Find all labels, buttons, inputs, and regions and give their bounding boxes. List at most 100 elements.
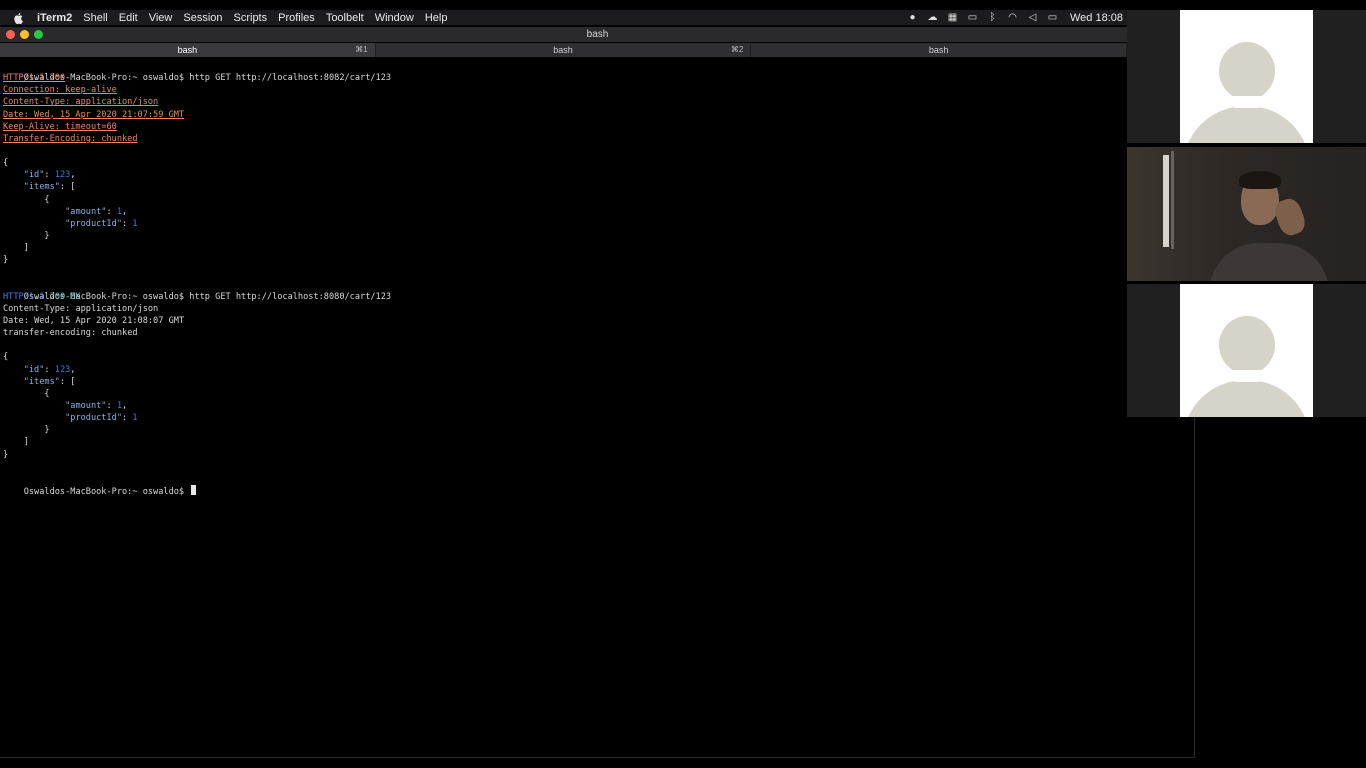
tab-bash-2[interactable]: bash ⌘2 <box>376 43 752 57</box>
response-header: Transfer-Encoding: chunked <box>3 133 138 144</box>
json-brace: } <box>3 255 9 266</box>
video-tile-participant-2[interactable] <box>1127 147 1366 281</box>
response-header: Keep-Alive: timeout=60 <box>3 121 117 132</box>
avatar-head-icon <box>1219 42 1275 100</box>
window-titlebar: bash <box>0 27 1195 42</box>
menu-window[interactable]: Window <box>375 12 414 24</box>
window-border <box>1194 417 1195 758</box>
json-key: "productId" <box>65 413 123 424</box>
json-brace: } <box>3 449 9 460</box>
command-line: Oswaldos-MacBook-Pro:~ oswaldo$ http GET… <box>3 60 1123 83</box>
tab-bash-3[interactable]: bash <box>751 43 1128 57</box>
json-bracket: [ <box>70 182 76 193</box>
response-header: Connection: keep-alive <box>3 85 117 96</box>
battery-icon[interactable]: ▭ <box>1046 12 1059 23</box>
camera-feed-door-frame <box>1171 151 1174 249</box>
menu-bar: iTerm2 Shell Edit View Session Scripts P… <box>0 10 1127 25</box>
avatar-neck-shape <box>1225 370 1269 382</box>
tab-label: bash <box>177 45 198 55</box>
json-brace: } <box>44 425 50 436</box>
menu-edit[interactable]: Edit <box>119 12 138 24</box>
json-value: 1 <box>132 218 138 229</box>
response-header-value: chunked <box>101 328 138 339</box>
creative-cloud-icon[interactable]: ☁ <box>926 12 939 23</box>
json-key: "amount" <box>65 400 107 411</box>
response-status-code: 200 <box>49 291 66 302</box>
menu-clock[interactable]: Wed 18:08 <box>1070 12 1123 24</box>
command-line: Oswaldos-MacBook-Pro:~ oswaldo$ <box>3 473 1123 497</box>
avatar-neck-shape <box>1225 96 1269 108</box>
avatar-placeholder <box>1180 284 1313 417</box>
camera-feed-person-hair <box>1239 171 1281 189</box>
wifi-icon[interactable]: ◠ <box>1006 12 1019 23</box>
close-window-button[interactable] <box>6 30 15 39</box>
json-value: 1 <box>132 413 138 424</box>
apple-logo-icon[interactable] <box>13 12 27 24</box>
window-border <box>0 757 1195 758</box>
menu-session[interactable]: Session <box>183 12 222 24</box>
json-brace: { <box>3 158 9 169</box>
json-value: 1 <box>116 206 123 217</box>
terminal-output[interactable]: Oswaldos-MacBook-Pro:~ oswaldo$ http GET… <box>3 60 1123 750</box>
avatar-body-icon <box>1183 380 1310 417</box>
menu-view[interactable]: View <box>149 12 173 24</box>
menu-app-iterm2[interactable]: iTerm2 <box>37 12 72 24</box>
json-brace: { <box>3 352 9 363</box>
menu-shell[interactable]: Shell <box>83 12 107 24</box>
json-brace: { <box>44 388 50 399</box>
command-text: http GET http://localhost:8082/cart/123 <box>189 73 392 84</box>
json-value: 123 <box>54 170 71 181</box>
volume-icon[interactable]: ◁ <box>1026 12 1039 23</box>
json-key: "productId" <box>65 218 123 229</box>
video-tile-participant-3[interactable] <box>1127 284 1366 417</box>
text-cursor <box>191 484 197 495</box>
avatar-head-icon <box>1219 316 1275 374</box>
bluetooth-icon[interactable]: ᛒ <box>986 12 999 23</box>
avatar-placeholder <box>1180 10 1313 143</box>
json-bracket: ] <box>23 437 29 448</box>
response-header-name: transfer-encoding: <box>3 328 97 339</box>
json-brace: } <box>44 230 50 241</box>
json-key: "amount" <box>65 206 107 217</box>
tab-shortcut: ⌘1 <box>355 45 368 54</box>
response-header-name: Content-Type: <box>3 303 71 314</box>
json-key: "items" <box>23 182 60 193</box>
menu-scripts[interactable]: Scripts <box>234 12 268 24</box>
window-title: bash <box>586 29 609 40</box>
avatar-body-icon <box>1183 106 1310 143</box>
video-tile-participant-1[interactable] <box>1127 10 1366 143</box>
json-bracket: [ <box>70 376 76 387</box>
minimize-window-button[interactable] <box>20 30 29 39</box>
menu-profiles[interactable]: Profiles <box>278 12 315 24</box>
response-header-name: Date: <box>3 315 29 326</box>
response-header: Date: Wed, 15 Apr 2020 21:07:59 GMT <box>3 109 185 120</box>
shell-prompt: Oswaldos-MacBook-Pro:~ oswaldo$ <box>23 486 185 497</box>
json-key: "items" <box>23 376 60 387</box>
json-key: "id" <box>23 364 45 375</box>
tab-shortcut: ⌘2 <box>730 45 744 54</box>
command-line: Oswaldos-MacBook-Pro:~ oswaldo$ http GET… <box>3 279 1123 302</box>
json-bracket: ] <box>23 243 29 254</box>
response-protocol: HTTP/1.1 <box>3 291 45 302</box>
tab-label: bash <box>928 45 949 55</box>
json-brace: { <box>44 194 50 205</box>
tab-label: bash <box>553 45 573 55</box>
status-area: ● ☁ ▦ ▭ ᛒ ◠ ◁ ▭ Wed 18:08 <box>906 12 1127 24</box>
response-header-value: application/json <box>75 303 159 314</box>
airplay-icon[interactable]: ▭ <box>966 12 979 23</box>
menu-help[interactable]: Help <box>425 12 448 24</box>
response-header-value: Wed, 15 Apr 2020 21:08:07 GMT <box>34 315 185 326</box>
evernote-icon[interactable]: ● <box>906 12 919 23</box>
tab-bash-1[interactable]: bash ⌘1 <box>0 43 376 57</box>
docker-icon[interactable]: ▦ <box>946 12 959 23</box>
response-header: Content-Type: application/json <box>3 97 159 108</box>
tab-bar: bash ⌘1 bash ⌘2 bash <box>0 43 1128 57</box>
response-status: HTTP/1.1 200 <box>3 73 66 84</box>
zoom-window-button[interactable] <box>34 30 43 39</box>
command-text: http GET http://localhost:8080/cart/123 <box>189 291 392 302</box>
json-value: 1 <box>116 400 123 411</box>
response-status-text: OK <box>70 291 81 302</box>
json-key: "id" <box>23 170 45 181</box>
menu-toolbelt[interactable]: Toolbelt <box>326 12 364 24</box>
camera-feed-door <box>1163 155 1169 247</box>
